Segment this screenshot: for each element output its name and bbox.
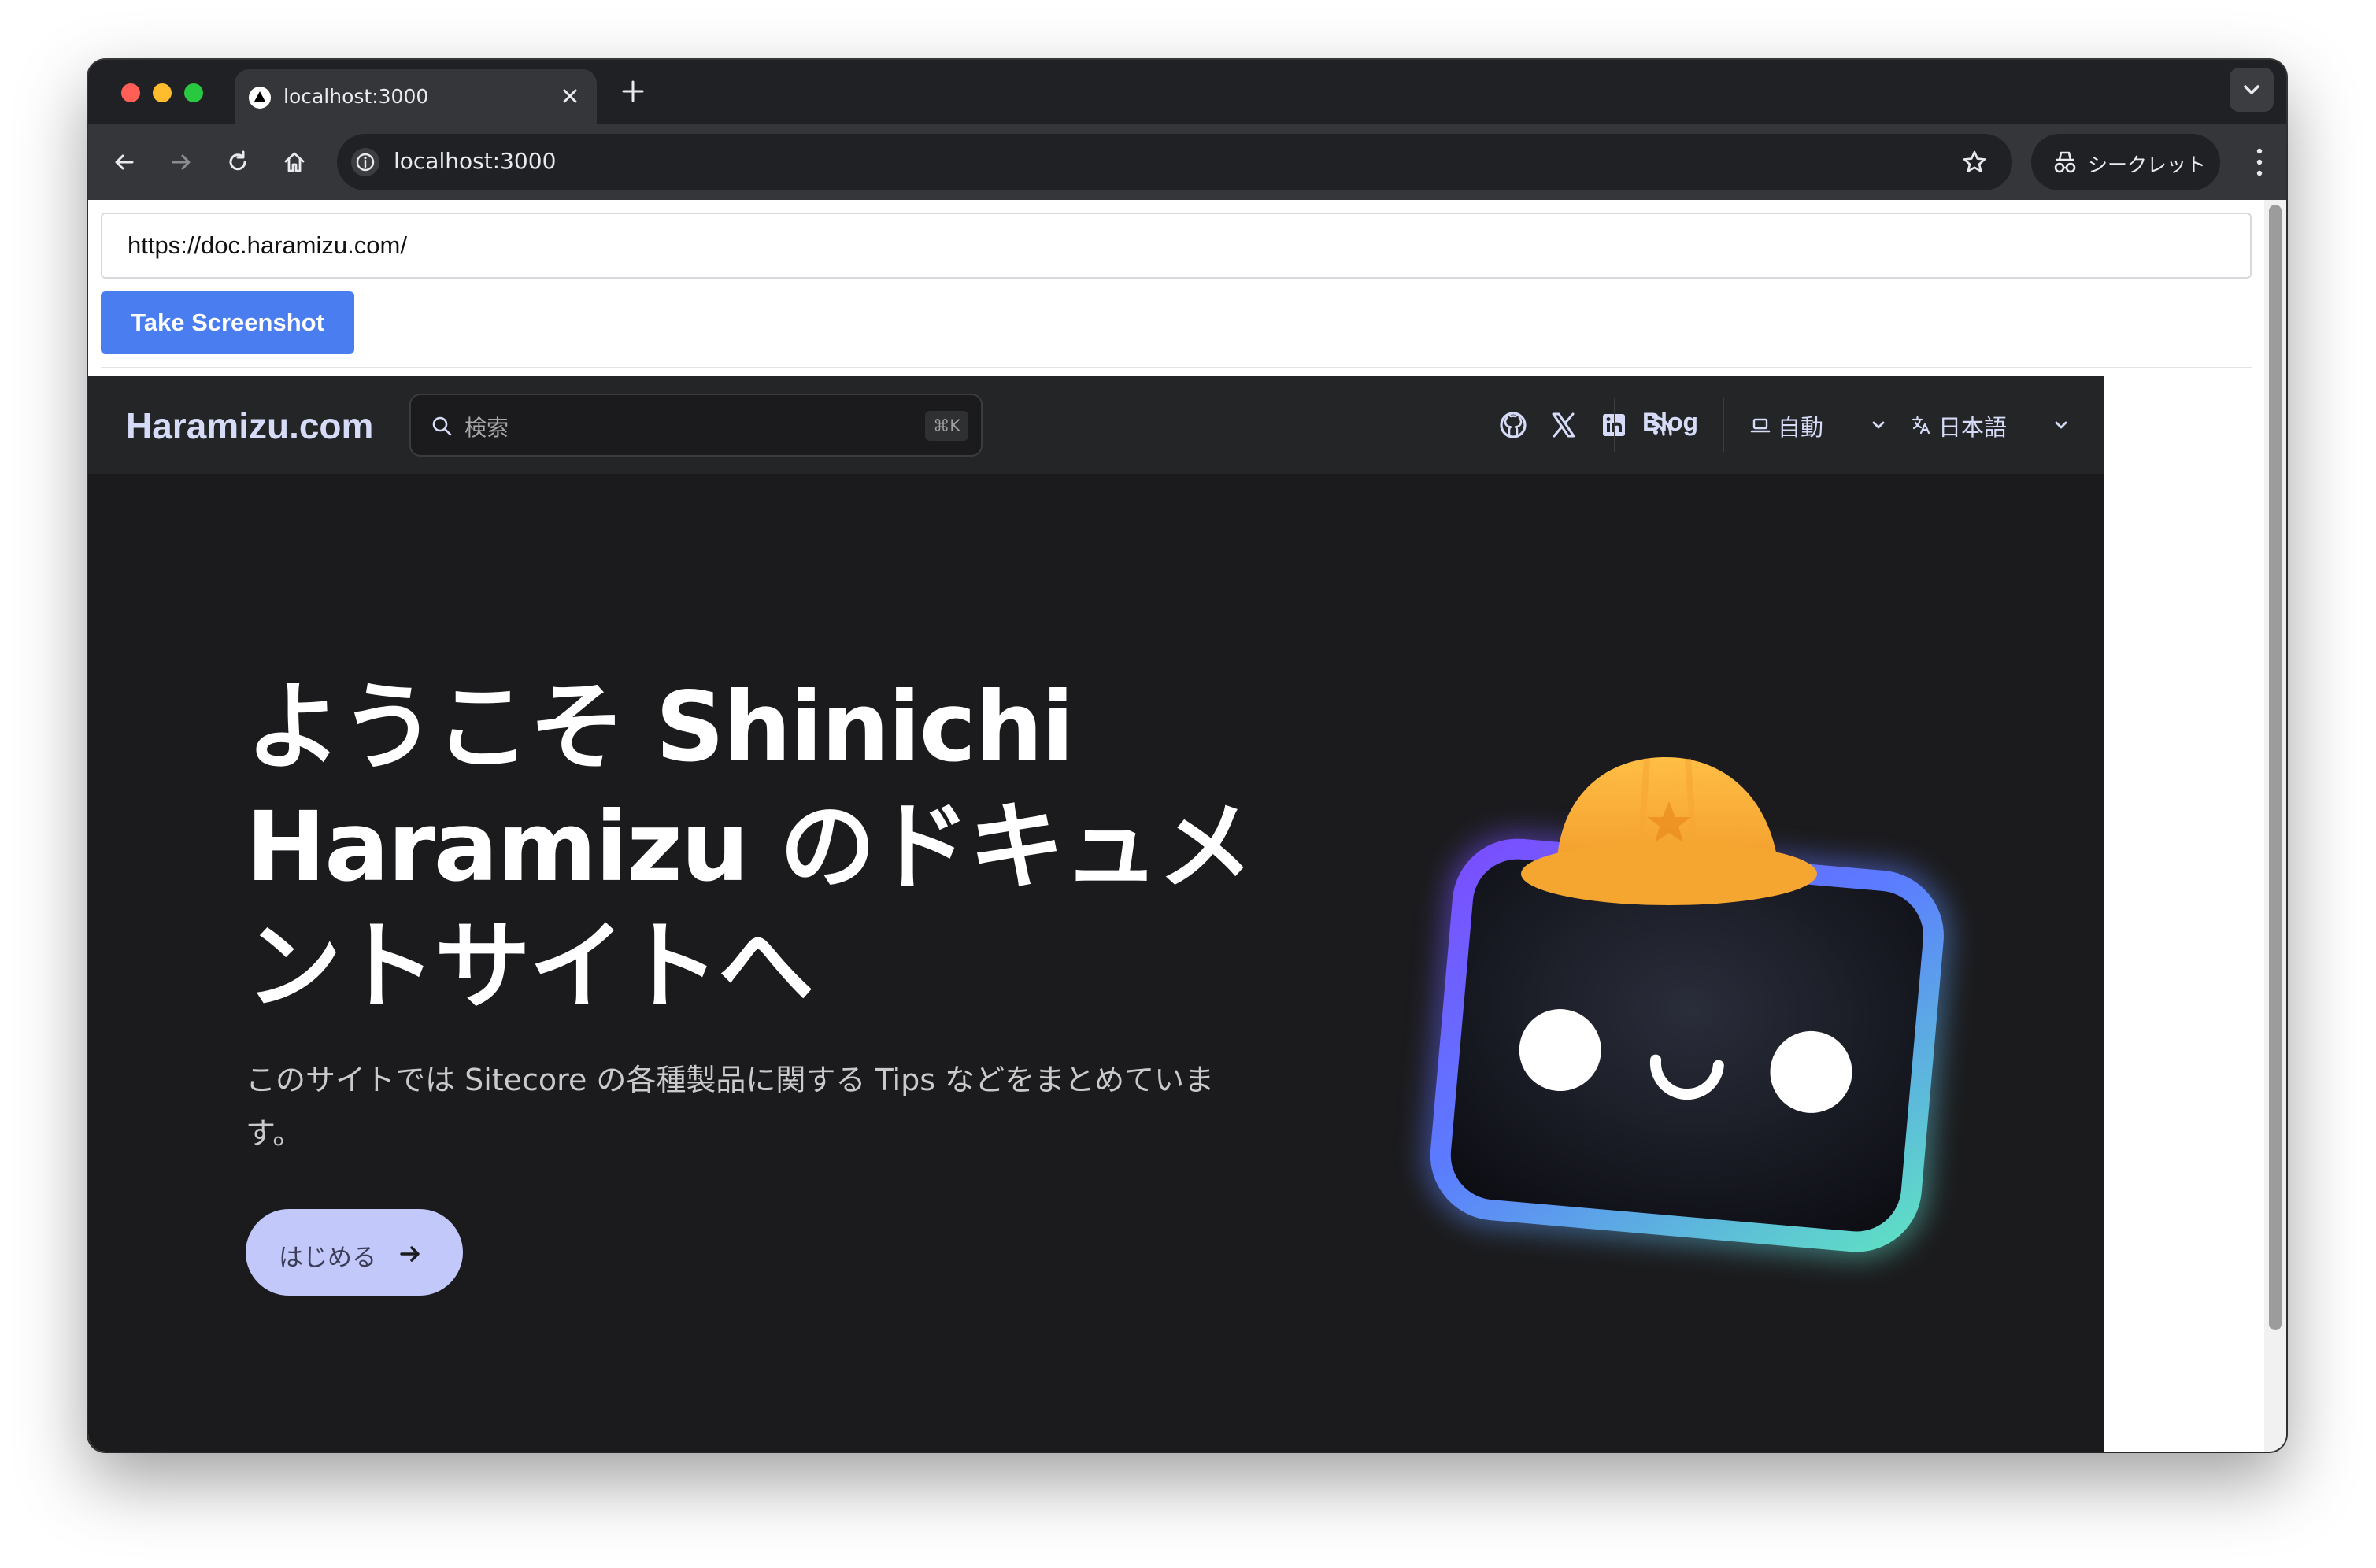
reload-icon — [229, 150, 246, 171]
tab-title: localhost:3000 — [283, 85, 429, 108]
github-icon — [1500, 412, 1527, 438]
close-icon — [563, 89, 577, 103]
translate-icon — [1912, 416, 1930, 435]
mascot-illustration — [1424, 756, 1949, 1258]
cta-label: はじめる — [279, 1244, 376, 1271]
tab-search-button[interactable] — [2230, 68, 2274, 112]
home-icon — [284, 152, 305, 172]
x-logo-icon — [1552, 412, 1575, 438]
search-shortcut-badge: ⌘K — [925, 411, 968, 441]
nav-divider — [1614, 398, 1615, 452]
tab-close-button[interactable] — [554, 80, 586, 112]
bookmark-star-icon[interactable] — [1960, 148, 1989, 176]
address-text: localhost:3000 — [394, 148, 557, 174]
github-link[interactable] — [1496, 408, 1530, 442]
incognito-icon — [2054, 151, 2076, 173]
new-tab-button[interactable] — [614, 72, 652, 110]
incognito-label: シークレット — [2088, 153, 2207, 176]
language-label: 日本語 — [1938, 414, 2008, 441]
laptop-icon — [1750, 418, 1771, 433]
address-bar[interactable]: localhost:3000 — [337, 134, 2012, 190]
x-link[interactable] — [1546, 408, 1581, 442]
minimize-window-button[interactable] — [153, 83, 172, 102]
tab-strip: localhost:3000 — [88, 60, 2286, 124]
site-info-button[interactable] — [351, 148, 379, 176]
chevron-down-icon — [1872, 421, 1885, 429]
browser-menu-button[interactable] — [2244, 142, 2275, 183]
reload-button[interactable] — [216, 140, 260, 184]
tab-localhost[interactable]: localhost:3000 — [235, 69, 597, 124]
window-controls — [121, 83, 203, 102]
scrollbar-thumb[interactable] — [2269, 205, 2282, 1330]
page-viewport: Take Screenshot Haramizu.com 検索 ⌘K — [88, 200, 2286, 1452]
forward-button[interactable] — [159, 140, 203, 184]
incognito-indicator[interactable]: シークレット — [2031, 134, 2220, 190]
back-button[interactable] — [102, 140, 146, 184]
site-search-box[interactable]: 検索 ⌘K — [409, 394, 983, 457]
home-button[interactable] — [272, 140, 316, 184]
scrollbar[interactable] — [2264, 200, 2286, 1452]
hero-title: ようこそ Shinichi Haramizu のドキュメントサイトへ — [246, 671, 1253, 1023]
chevron-down-icon — [2244, 85, 2259, 94]
take-screenshot-button[interactable]: Take Screenshot — [101, 291, 354, 354]
site-navbar: Haramizu.com 検索 ⌘K Blog 自動 日本語 — [88, 376, 2104, 474]
get-started-button[interactable]: はじめる — [246, 1209, 463, 1296]
hero-subtitle: このサイトでは Sitecore の各種製品に関する Tips などをまとめてい… — [246, 1063, 1215, 1151]
search-icon — [432, 416, 452, 436]
plus-icon — [622, 80, 644, 102]
arrow-right-icon — [400, 1246, 420, 1262]
chevron-down-icon — [2055, 421, 2067, 429]
nav-blog-link[interactable]: Blog — [1642, 408, 1698, 437]
close-window-button[interactable] — [121, 83, 140, 102]
more-vertical-icon — [2256, 148, 2263, 176]
nav-divider — [1723, 398, 1724, 452]
arrow-right-icon — [172, 154, 191, 170]
divider — [101, 367, 2252, 368]
triangle-logo-icon — [249, 87, 271, 109]
browser-toolbar: localhost:3000 シークレット — [88, 124, 2286, 200]
info-icon — [356, 153, 375, 172]
zoom-window-button[interactable] — [184, 83, 203, 102]
arrow-left-icon — [115, 154, 134, 170]
theme-label: 自動 — [1778, 414, 1824, 441]
site-logo[interactable]: Haramizu.com — [126, 405, 373, 447]
browser-window: localhost:3000 localhost:3000 シークレット htt… — [88, 60, 2286, 1452]
url-input[interactable] — [101, 213, 2252, 279]
search-placeholder: 検索 — [464, 415, 509, 441]
screenshot-preview: Haramizu.com 検索 ⌘K Blog 自動 日本語 ようこそ Shin… — [88, 376, 2104, 1452]
